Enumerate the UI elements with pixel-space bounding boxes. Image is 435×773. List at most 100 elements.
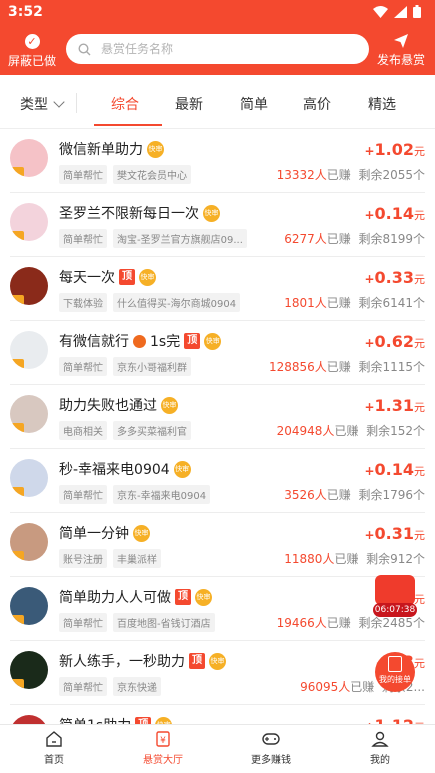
- top-badge: 顶: [119, 269, 135, 285]
- task-tags: 简单帮忙 京东-幸福来电0904: [59, 485, 211, 504]
- task-row[interactable]: 微信新单助力 快审 简单帮忙 樊文花会员中心 +1.02元 13332人已赚 剩余…: [0, 129, 435, 193]
- earned-count: 128856人: [268, 360, 327, 374]
- task-title-row: 圣罗兰不限新每日一次 快审: [59, 203, 220, 223]
- red-envelope-icon: [375, 575, 415, 605]
- nav-mine[interactable]: 我的: [350, 730, 410, 766]
- nav-reward-hall[interactable]: ¥ 悬赏大厅: [133, 730, 193, 766]
- send-icon: [394, 34, 408, 48]
- check-circle-icon: ✓: [24, 34, 40, 49]
- task-row[interactable]: 秒-幸福来电0904 快审 简单帮忙 京东-幸福来电0904 +0.14元 352…: [0, 449, 435, 513]
- task-tag: 下载体验: [59, 293, 107, 312]
- tab-comprehensive[interactable]: 综合: [111, 94, 139, 114]
- block-done-button[interactable]: ✓ 屏蔽已做: [6, 34, 58, 69]
- type-dropdown[interactable]: 类型: [20, 94, 65, 114]
- fast-review-badge: 快审: [203, 204, 220, 222]
- price-unit: 元: [414, 657, 425, 670]
- task-title: 新人练手，一秒助力: [59, 654, 185, 670]
- task-tag: 京东快递: [113, 677, 161, 696]
- task-row[interactable]: 助力失败也通过 快审 电商相关 多多买菜福利官 +1.31元 204948人已赚 …: [0, 385, 435, 449]
- task-stats: 3526人已赚 剩余1796个: [284, 486, 425, 503]
- price-plus: +: [364, 208, 375, 222]
- price-unit: 元: [414, 209, 425, 222]
- nav-more-earn-label: 更多赚钱: [251, 755, 291, 766]
- task-tag: 电商相关: [59, 421, 107, 440]
- price-value: 0.31: [374, 524, 414, 543]
- price-plus: +: [364, 400, 375, 414]
- wifi-icon: [373, 5, 388, 18]
- task-title: 圣罗兰不限新每日一次: [59, 206, 199, 222]
- task-title: 简单一分钟: [59, 526, 129, 542]
- avatar: [10, 651, 48, 689]
- price-value: 0.62: [374, 332, 414, 351]
- search-bar[interactable]: [66, 34, 369, 64]
- search-input[interactable]: [101, 42, 341, 56]
- remaining-count: 剩余1796个: [358, 488, 425, 502]
- task-title: 助力失败也通过: [59, 398, 157, 414]
- top-badge: 顶: [175, 589, 191, 605]
- top-badge: 顶: [135, 717, 152, 724]
- tab-featured[interactable]: 精选: [368, 94, 396, 114]
- nav-more-earn[interactable]: 更多赚钱: [241, 730, 301, 766]
- task-stats: 204948人已赚 剩余152个: [277, 422, 425, 439]
- avatar: [10, 395, 48, 433]
- task-row[interactable]: 简单助力人人可做 顶 快审 简单帮忙百度地图-省钱订酒店 +1.2元 19466…: [0, 577, 435, 641]
- remaining-count: 剩余912个: [366, 552, 425, 566]
- price-plus: +: [364, 464, 375, 478]
- chevron-down-icon: [53, 96, 65, 108]
- task-title: 简单1s助力: [59, 715, 131, 724]
- timer-countdown: 06:07:38: [373, 603, 417, 617]
- red-envelope-timer[interactable]: 06:07:38: [372, 573, 418, 619]
- price-value: 1.31: [374, 396, 414, 415]
- task-tag: 简单帮忙: [59, 677, 107, 696]
- task-tag: 丰巢派样: [113, 549, 161, 568]
- task-row[interactable]: 每天一次 顶 快审 下载体验 什么值得买-海尔商城0904 +0.33元 1801…: [0, 257, 435, 321]
- price-plus: +: [364, 336, 375, 350]
- task-row[interactable]: 新人练手，一秒助力 顶 快审 简单帮忙京东快递 +0.3元 96095人已赚 剩…: [0, 641, 435, 705]
- remaining-count: 剩余1115个: [358, 360, 425, 374]
- earned-suffix: 已赚: [350, 680, 375, 694]
- status-bar: 3:52: [0, 0, 435, 26]
- fast-review-badge: 快审: [173, 460, 191, 478]
- task-row[interactable]: 简单一分钟 快审 账号注册 丰巢派样 +0.31元 11880人已赚 剩余912个: [0, 513, 435, 577]
- fast-review-badge: 快审: [161, 396, 178, 414]
- my-orders-button[interactable]: 我的接单: [375, 652, 415, 692]
- fast-review-badge: 快审: [209, 652, 226, 670]
- price-unit: 元: [414, 145, 425, 158]
- price-plus: +: [364, 144, 375, 158]
- level-badge-icon: [10, 359, 24, 369]
- earned-count: 11880人: [284, 552, 335, 566]
- avatar: [10, 715, 48, 724]
- battery-icon: [413, 5, 421, 18]
- earned-suffix: 已赚: [334, 424, 359, 438]
- price-plus: +: [364, 528, 375, 542]
- gamepad-icon: [262, 733, 280, 745]
- task-stats: 13332人已赚 剩余2055个: [277, 166, 425, 183]
- user-icon: [371, 731, 389, 747]
- earned-count: 3526人: [284, 488, 327, 502]
- task-tag: 多多买菜福利官: [113, 421, 191, 440]
- tab-simple[interactable]: 简单: [240, 94, 268, 114]
- nav-reward-hall-label: 悬赏大厅: [143, 755, 183, 766]
- earned-suffix: 已赚: [334, 552, 359, 566]
- task-tag: 账号注册: [59, 549, 107, 568]
- search-icon: [78, 42, 91, 55]
- tab-high-price[interactable]: 高价: [303, 94, 331, 114]
- price-value: 0.33: [374, 268, 414, 287]
- nav-home[interactable]: 首页: [24, 730, 84, 766]
- task-row[interactable]: 有微信就行 1s完 顶 快审 简单帮忙 京东小哥福利群 +0.62元 128856人…: [0, 321, 435, 385]
- task-row[interactable]: 简单1s助力 顶 快审 +1.12元: [0, 705, 435, 724]
- task-price: +1.12元: [364, 716, 425, 724]
- task-tag: 百度地图-省钱订酒店: [113, 613, 215, 632]
- publish-reward-button[interactable]: 发布悬赏: [375, 33, 427, 68]
- fast-review-badge: 快审: [195, 588, 212, 606]
- earned-count: 96095人: [300, 680, 351, 694]
- task-row[interactable]: 圣罗兰不限新每日一次 快审 简单帮忙 淘宝-圣罗兰官方旗舰店09... +0.14…: [0, 193, 435, 257]
- earned-count: 13332人: [276, 168, 327, 182]
- level-badge-icon: [10, 615, 24, 625]
- level-badge-icon: [10, 679, 24, 689]
- price-unit: 元: [414, 273, 425, 286]
- task-title-suffix: 1s完: [150, 334, 181, 350]
- tab-latest[interactable]: 最新: [175, 94, 203, 114]
- task-title-row: 简单助力人人可做 顶 快审: [59, 587, 212, 607]
- task-tag: 简单帮忙: [59, 165, 107, 184]
